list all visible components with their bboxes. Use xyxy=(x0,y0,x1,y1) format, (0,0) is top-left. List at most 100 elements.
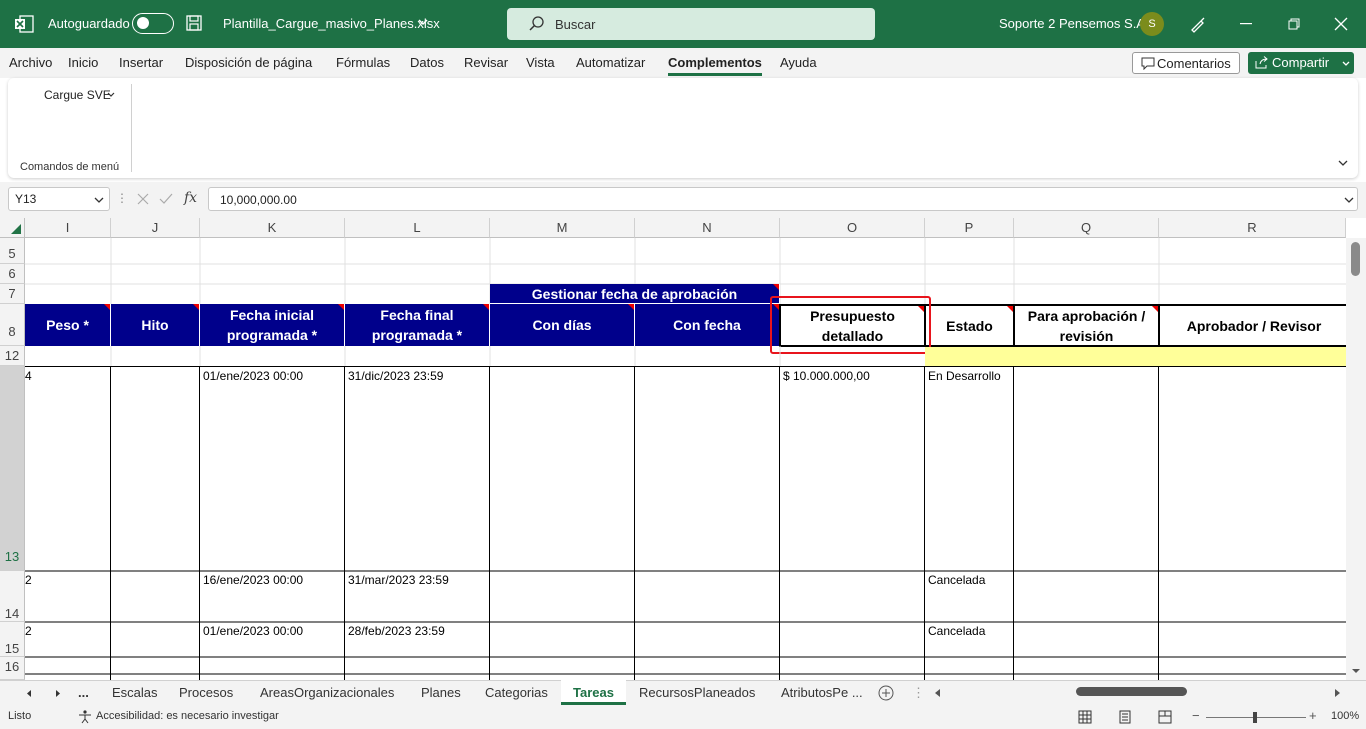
row-header-6[interactable]: 6 xyxy=(0,264,25,284)
name-box[interactable]: Y13 xyxy=(8,187,110,211)
cancel-icon[interactable] xyxy=(137,193,149,205)
chevron-down-icon[interactable] xyxy=(94,197,104,204)
menu-disposicion[interactable]: Disposición de página xyxy=(185,55,312,70)
col-header-r[interactable]: R xyxy=(1159,218,1346,238)
menu-complementos[interactable]: Complementos xyxy=(668,55,762,76)
horizontal-scroll-thumb[interactable] xyxy=(1076,687,1187,696)
autosave-toggle[interactable] xyxy=(132,13,174,34)
row-header-14[interactable]: 14 xyxy=(0,571,25,622)
menu-ayuda[interactable]: Ayuda xyxy=(780,55,817,70)
chevron-down-icon[interactable] xyxy=(1342,61,1350,67)
more-icon[interactable]: ⋮ xyxy=(116,191,128,205)
row-header-7[interactable]: 7 xyxy=(0,284,25,304)
tab-escalas[interactable]: Escalas xyxy=(112,685,158,700)
menu-vista[interactable]: Vista xyxy=(526,55,555,70)
tab-procesos[interactable]: Procesos xyxy=(179,685,233,700)
tab-ellipsis[interactable]: ... xyxy=(78,685,89,700)
tab-areas[interactable]: AreasOrganizacionales xyxy=(260,685,394,700)
comment-indicator[interactable] xyxy=(773,284,779,290)
col-header-l[interactable]: L xyxy=(345,218,490,238)
cargue-sve-dropdown[interactable]: Cargue SVE xyxy=(44,88,111,102)
share-button[interactable]: Compartir xyxy=(1248,52,1354,74)
scroll-right-icon[interactable] xyxy=(1334,688,1341,698)
tab-tareas[interactable]: Tareas xyxy=(561,680,626,705)
file-name[interactable]: Plantilla_Cargue_masivo_Planes.xlsx xyxy=(223,16,440,31)
zoom-level[interactable]: 100% xyxy=(1331,710,1359,722)
scroll-left-icon[interactable] xyxy=(934,688,941,698)
cell-p14[interactable]: Cancelada xyxy=(928,573,985,587)
cell-p13[interactable]: En Desarrollo xyxy=(928,369,1001,383)
row-header-8[interactable]: 8 xyxy=(0,304,25,346)
zoom-slider-thumb[interactable] xyxy=(1253,712,1257,723)
scroll-down-icon[interactable] xyxy=(1351,668,1361,674)
vertical-scroll-thumb[interactable] xyxy=(1351,242,1360,276)
cell-l15[interactable]: 28/feb/2023 23:59 xyxy=(348,624,445,638)
col-header-m[interactable]: M xyxy=(490,218,635,238)
comment-indicator[interactable] xyxy=(193,304,199,310)
cell-k15[interactable]: 01/ene/2023 00:00 xyxy=(203,624,303,638)
chevron-down-icon[interactable] xyxy=(418,19,428,27)
page-layout-icon[interactable] xyxy=(1118,710,1132,724)
cell-i13[interactable]: 4 xyxy=(25,369,32,383)
comment-indicator[interactable] xyxy=(1152,306,1158,312)
menu-revisar[interactable]: Revisar xyxy=(464,55,508,70)
cell-k13[interactable]: 01/ene/2023 00:00 xyxy=(203,369,303,383)
select-all-corner[interactable] xyxy=(0,218,25,238)
menu-formulas[interactable]: Fórmulas xyxy=(336,55,390,70)
formula-input[interactable]: 10,000,000.00 xyxy=(208,187,1358,211)
tab-planes[interactable]: Planes xyxy=(421,685,461,700)
normal-view-icon[interactable] xyxy=(1078,710,1092,724)
row-header-13[interactable]: 13 xyxy=(0,366,25,571)
cell-l14[interactable]: 31/mar/2023 23:59 xyxy=(348,573,449,587)
cell-k14[interactable]: 16/ene/2023 00:00 xyxy=(203,573,303,587)
avatar[interactable]: S xyxy=(1140,12,1164,36)
zoom-in-icon[interactable]: + xyxy=(1309,708,1317,723)
cell-i15[interactable]: 2 xyxy=(25,624,32,638)
minimize-icon[interactable] xyxy=(1240,23,1252,25)
ribbon-expand-icon[interactable] xyxy=(1338,160,1348,167)
restore-icon[interactable] xyxy=(1288,18,1300,30)
col-header-o[interactable]: O xyxy=(780,218,925,238)
zoom-out-icon[interactable]: − xyxy=(1192,708,1200,723)
menu-datos[interactable]: Datos xyxy=(410,55,444,70)
save-icon[interactable] xyxy=(186,15,202,31)
col-header-k[interactable]: K xyxy=(200,218,345,238)
enter-icon[interactable] xyxy=(159,193,173,205)
search-box[interactable]: Buscar xyxy=(507,8,875,40)
row-header-16[interactable]: 16 xyxy=(0,657,25,680)
cell-i14[interactable]: 2 xyxy=(25,573,32,587)
comment-indicator[interactable] xyxy=(628,304,634,310)
col-header-i[interactable]: I xyxy=(25,218,111,238)
menu-archivo[interactable]: Archivo xyxy=(9,55,52,70)
row-header-5[interactable]: 5 xyxy=(0,238,25,264)
tab-prev-icon[interactable] xyxy=(26,689,32,698)
accessibility-status[interactable]: Accesibilidad: es necesario investigar xyxy=(96,710,279,722)
page-break-icon[interactable] xyxy=(1158,710,1172,724)
col-header-j[interactable]: J xyxy=(111,218,200,238)
cell-p15[interactable]: Cancelada xyxy=(928,624,985,638)
row-header-12[interactable]: 12 xyxy=(0,346,25,366)
comments-button[interactable]: Comentarios xyxy=(1132,52,1240,74)
accessibility-icon[interactable] xyxy=(78,710,92,724)
pen-icon[interactable] xyxy=(1189,15,1207,33)
tab-recursos[interactable]: RecursosPlaneados xyxy=(639,685,755,700)
vertical-scrollbar[interactable] xyxy=(1346,238,1366,680)
add-sheet-icon[interactable] xyxy=(878,685,894,701)
menu-insertar[interactable]: Insertar xyxy=(119,55,163,70)
comment-indicator[interactable] xyxy=(338,304,344,310)
cell-o13[interactable]: $ 10.000.000,00 xyxy=(783,369,870,383)
fx-icon[interactable]: fx xyxy=(184,190,197,206)
tab-categorias[interactable]: Categorias xyxy=(485,685,548,700)
comment-indicator[interactable] xyxy=(483,304,489,310)
splitter-icon[interactable]: ⋮ xyxy=(912,685,925,701)
cell-l13[interactable]: 31/dic/2023 23:59 xyxy=(348,369,443,383)
tab-next-icon[interactable] xyxy=(55,689,61,698)
menu-automatizar[interactable]: Automatizar xyxy=(576,55,645,70)
close-icon[interactable] xyxy=(1334,17,1348,31)
comment-indicator[interactable] xyxy=(1007,306,1013,312)
comment-indicator[interactable] xyxy=(104,304,110,310)
tab-atributos[interactable]: AtributosPe ... xyxy=(781,685,863,700)
chevron-down-icon[interactable] xyxy=(107,92,115,98)
col-header-q[interactable]: Q xyxy=(1014,218,1159,238)
col-header-p[interactable]: P xyxy=(925,218,1014,238)
